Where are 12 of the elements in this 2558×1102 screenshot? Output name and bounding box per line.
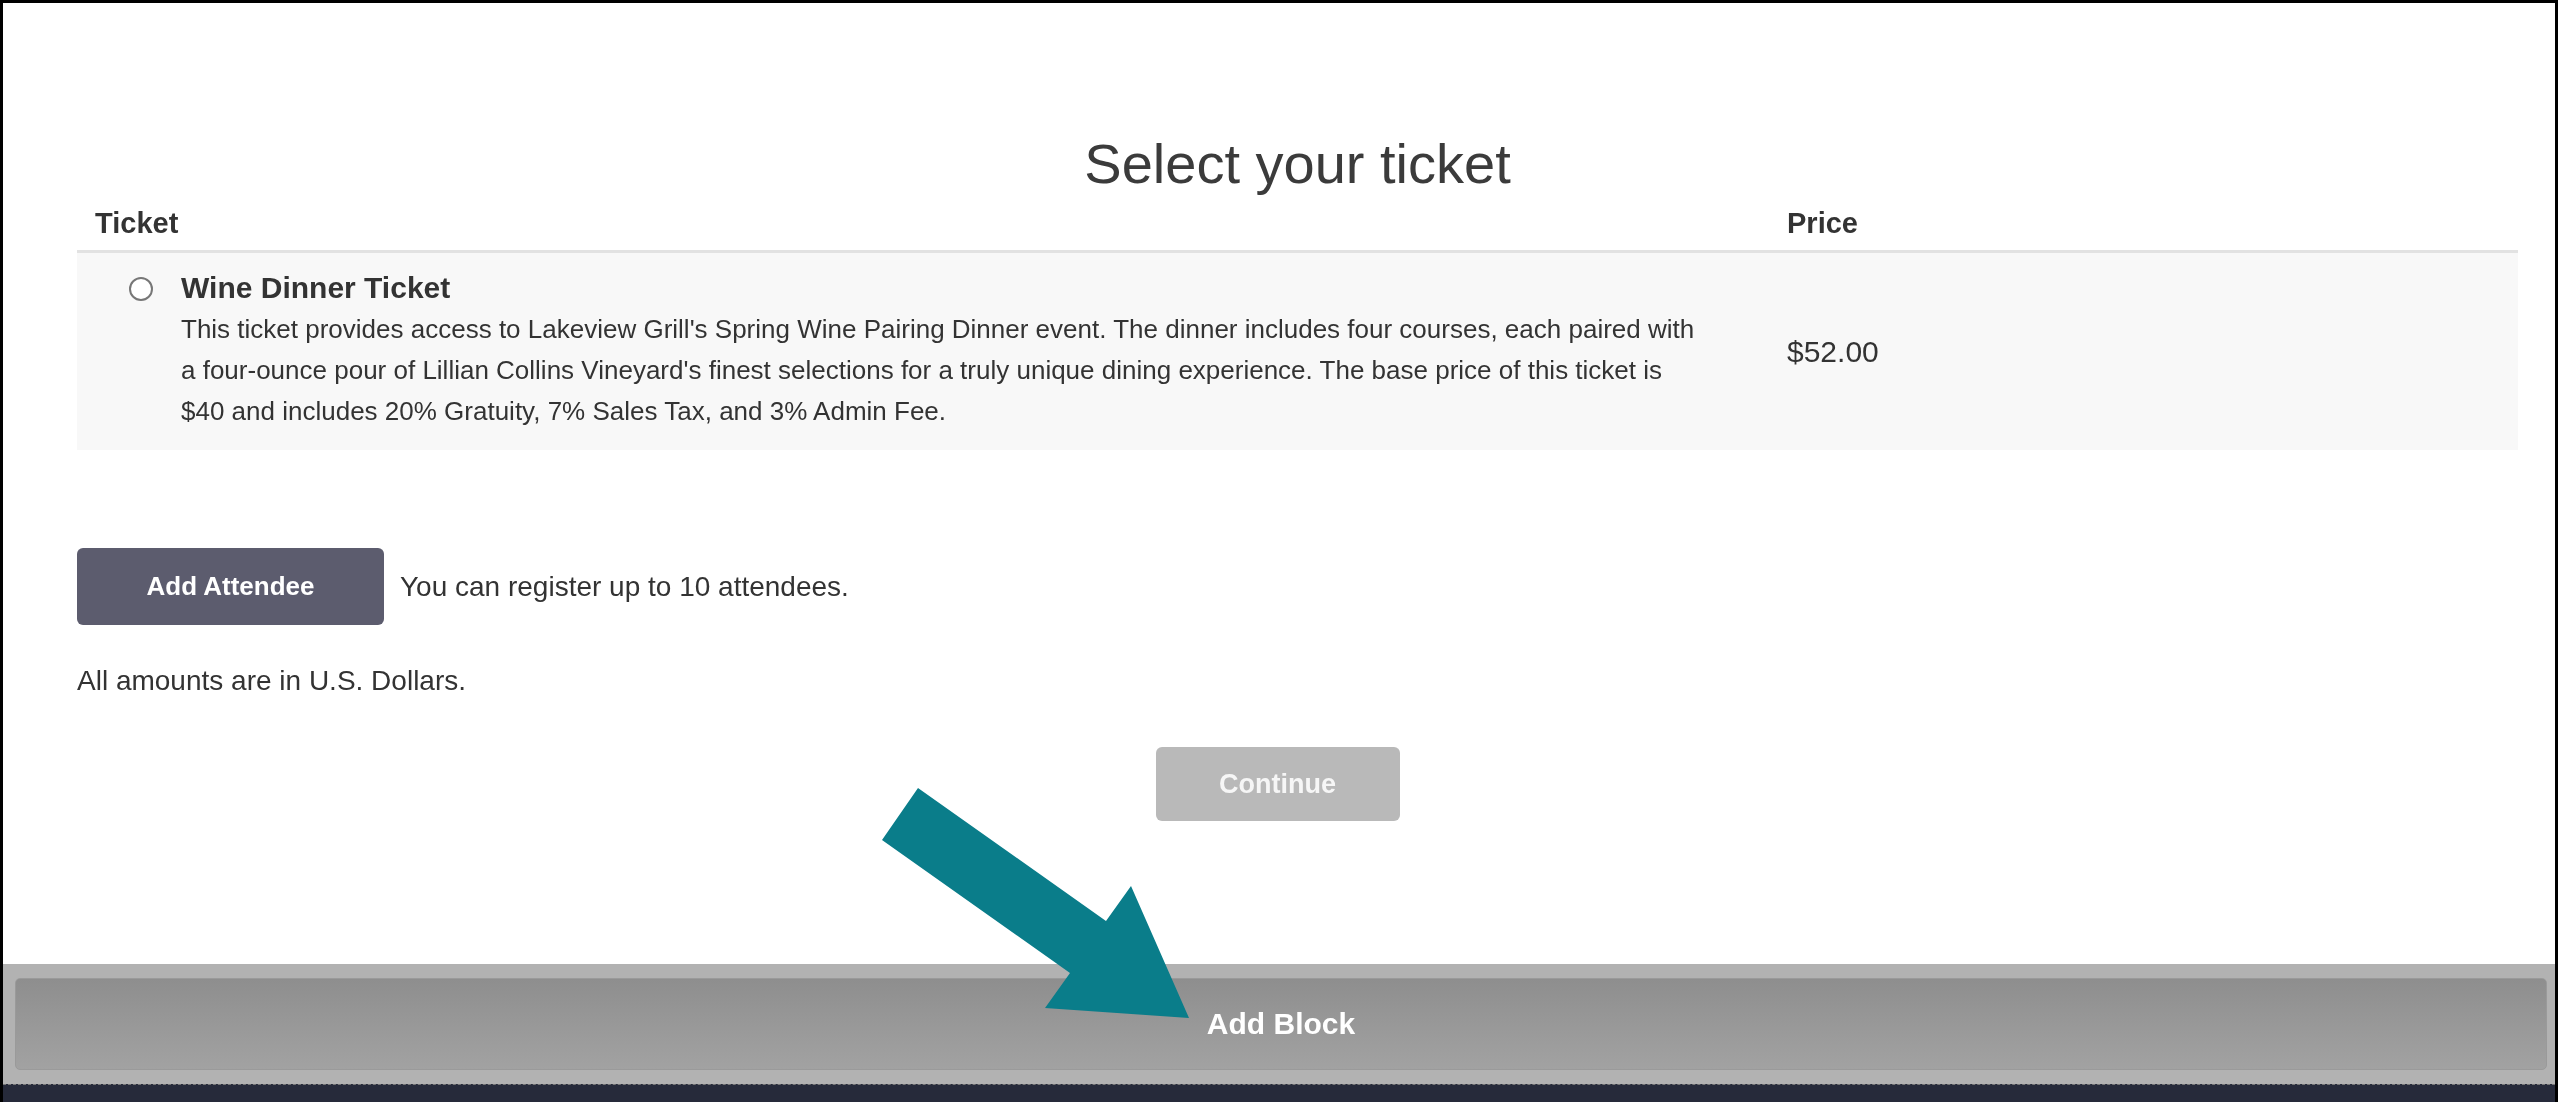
ticket-description: This ticket provides access to Lakeview Grill's Spring Wine Pairing Dinner event. The dinner includes four courses, each paired with a four-ounce pour of Lillian Collins Vineyard's finest selections for a truly unique dining experience. The base price of this ticket is $40 and includes 20% Gratuity, 7% Sales Tax, and 3% Admin Fee. <box>181 313 1696 429</box>
page-title: Select your ticket <box>1083 131 1512 197</box>
add-block-button[interactable]: Add Block <box>15 978 2547 1070</box>
column-header: Ticket <box>95 207 180 241</box>
radio-button[interactable] <box>129 277 153 302</box>
currency-note: All amounts are in U.S. Dollars. <box>77 665 468 698</box>
add-attendee-button[interactable]: Add Attendee <box>77 548 384 626</box>
ticket-name: Wine Dinner Ticket <box>181 271 452 306</box>
column-header: Price <box>1787 207 1859 241</box>
ticket-price: $52.00 <box>1787 334 1880 369</box>
arrow-icon <box>882 788 1189 1018</box>
attendee-limit-note: You can register up to 10 attendees. <box>400 570 849 603</box>
